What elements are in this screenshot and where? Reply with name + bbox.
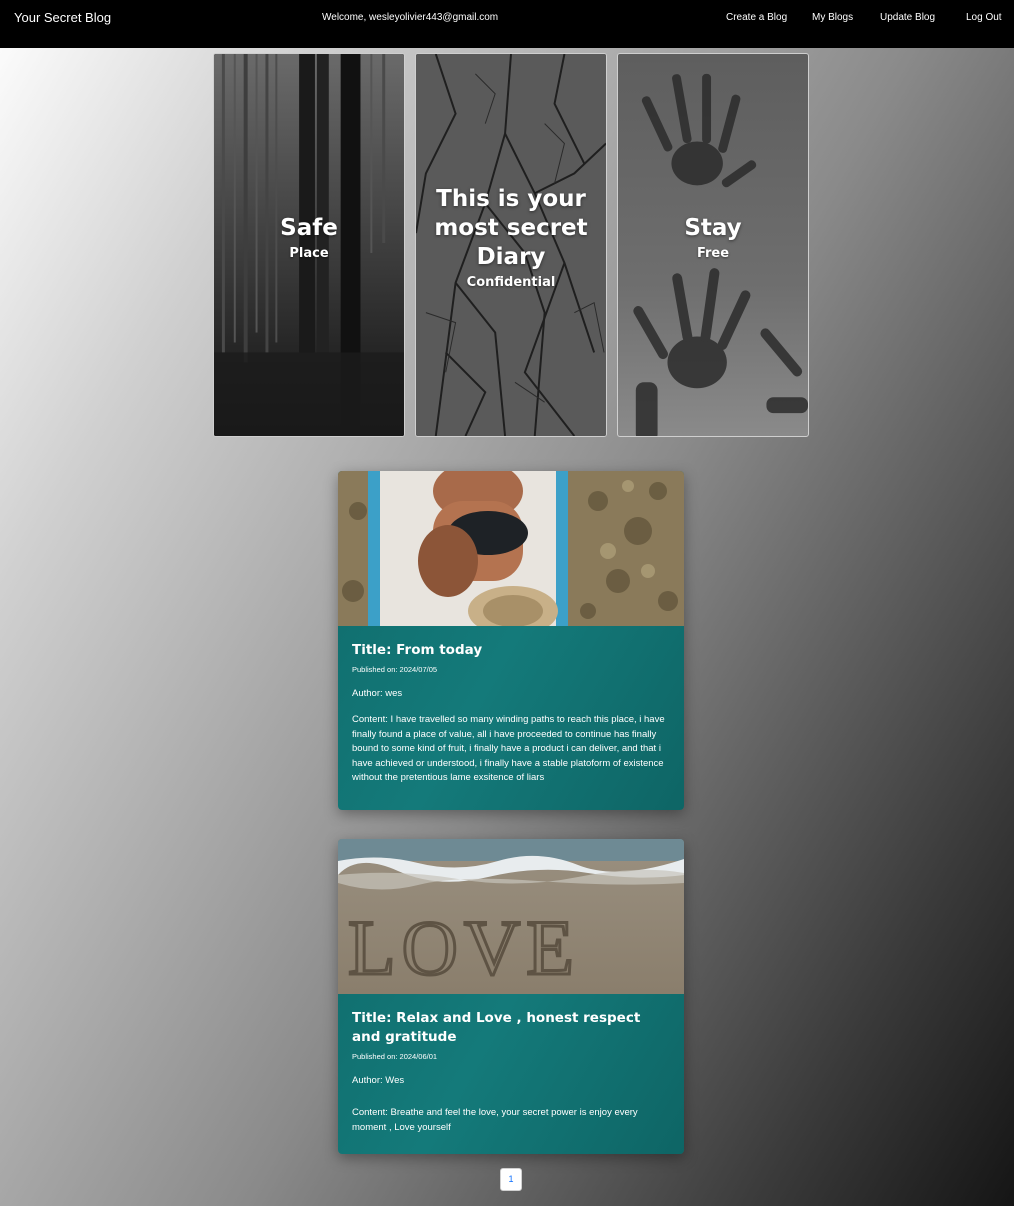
post-image <box>338 471 684 626</box>
hero-panel-safe: Safe Place <box>213 53 405 437</box>
navbar: Your Secret Blog Welcome, wesleyolivier4… <box>0 0 1014 48</box>
hero-panel-free: Stay Free <box>617 53 809 437</box>
post-date: Published on: 2024/06/01 <box>352 1052 438 1061</box>
post-author: Author: wes <box>352 688 403 699</box>
hero-title: Safe <box>280 215 338 241</box>
post-title: Title: From today <box>352 642 483 658</box>
post-content: Content: I have travelled so many windin… <box>352 714 665 783</box>
pagination-page-button[interactable]: 1 <box>500 1168 522 1191</box>
post-author: Author: Wes <box>352 1075 405 1086</box>
post-title: Title: Relax and Love , honest respect a… <box>352 1010 641 1045</box>
hero-subtitle: Confidential <box>466 275 556 290</box>
sand-love-text: LOVE <box>348 904 580 991</box>
nav-my-blogs[interactable]: My Blogs <box>812 12 853 23</box>
nav-update-blog[interactable]: Update Blog <box>880 12 935 23</box>
post-image: LOVE <box>338 839 684 994</box>
hero-panel-diary: This is your most secret Diary Confident… <box>415 53 607 437</box>
hero-subtitle: Free <box>696 246 730 261</box>
nav-create-blog[interactable]: Create a Blog <box>726 12 787 23</box>
nav-log-out[interactable]: Log Out <box>966 12 1002 23</box>
blog-post-card[interactable]: Title: From today Published on: 2024/07/… <box>338 471 684 810</box>
hero-title: This is your most secret Diary <box>434 186 588 270</box>
hero-title: Stay <box>684 215 742 241</box>
blog-post-card[interactable]: LOVE Title: Relax and Love , honest resp… <box>338 839 684 1154</box>
post-date: Published on: 2024/07/05 <box>352 665 438 674</box>
brand-logo[interactable]: Your Secret Blog <box>14 10 111 25</box>
hero-subtitle: Place <box>289 246 329 261</box>
post-content: Content: Breathe and feel the love, your… <box>352 1107 638 1133</box>
welcome-text: Welcome, wesleyolivier443@gmail.com <box>322 12 499 23</box>
